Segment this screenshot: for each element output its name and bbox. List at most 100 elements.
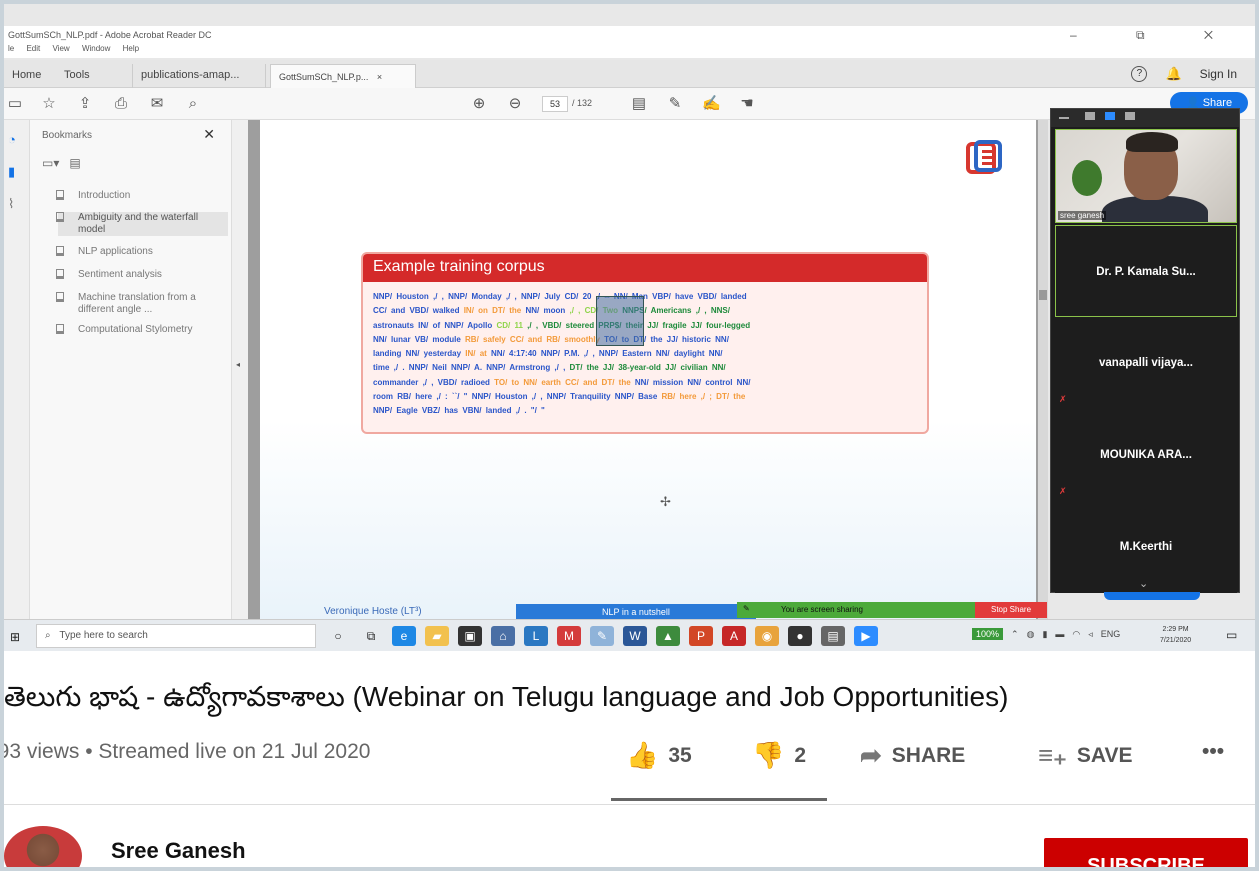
subscribe-button[interactable]: SUBSCRIBE [1044,838,1248,867]
like-button[interactable]: 👍 35 [626,740,692,771]
search-icon[interactable]: ⌕ [184,95,202,113]
participant-tile[interactable]: vanapalli vijaya... ✗ [1055,317,1237,409]
bookmark-item[interactable]: Machine translation from a different ang… [56,292,228,316]
share-video-button[interactable]: ➦ SHARE [860,740,965,771]
sign-icon[interactable]: ✍ [702,95,721,113]
page-number-input[interactable]: 53 [542,96,568,112]
notification-icon[interactable]: ▭ [1226,628,1237,642]
page-up-icon[interactable]: ⊕ [470,95,488,113]
word-icon[interactable]: W [623,626,647,646]
channel-avatar[interactable] [4,826,82,867]
pen-app-icon[interactable]: ✎ [590,626,614,646]
obs-icon[interactable]: ● [788,626,812,646]
star-icon[interactable]: ☆ [40,95,58,113]
corpus-token-run: IN/ on DT/ the [463,306,526,316]
gallery-view-icon[interactable] [1105,112,1115,120]
mcafee-icon[interactable]: M [557,626,581,646]
menu-view[interactable]: View [53,44,70,53]
upload-icon[interactable]: ⇪ [76,95,94,113]
pen-icon[interactable]: ✎ [666,95,684,113]
comment-icon[interactable]: ▤ [630,95,648,113]
mail-icon[interactable]: ✉ [148,95,166,113]
tab-home[interactable]: Home [4,64,49,88]
language-indicator[interactable]: ENG [1101,629,1121,639]
save-video-button[interactable]: ≡₊ SAVE [1038,740,1133,771]
save-icon[interactable]: ▭ [6,95,24,113]
tray-chevron-icon[interactable]: ⌃ [1011,629,1019,640]
windows-start-icon[interactable]: ⊞ [10,630,20,644]
bookmark-icon [56,212,64,222]
bookmark-options-icon[interactable]: ▭▾ ▤ [42,156,81,170]
print-icon[interactable]: ⎙ [112,95,130,113]
window-controls[interactable]: – ⧉ ✕ [1070,28,1241,43]
menu-file[interactable]: le [8,44,14,53]
cortana-icon[interactable]: ○ [326,626,350,646]
mic-icon[interactable]: ▮ [1042,629,1047,640]
tab-current-document[interactable]: GottSumSCh_NLP.p... × [270,64,416,88]
notepad-icon[interactable]: ▤ [821,626,845,646]
tab-tools[interactable]: Tools [56,64,98,88]
wifi-icon[interactable]: ◠ [1072,629,1080,640]
corpus-token-run: NNP/ Eagle VBZ/ has VBN/ landed ,/ . "/ … [373,406,545,416]
close-icon[interactable]: ✕ [203,126,215,143]
chevron-down-icon[interactable]: ⌄ [1139,577,1148,590]
chrome-icon[interactable]: ◉ [755,626,779,646]
menu-help[interactable]: Help [123,44,139,53]
participant-tile[interactable]: Dr. P. Kamala Su... [1055,225,1237,317]
document-scrollbar[interactable] [1038,120,1048,620]
tab-close-icon[interactable]: × [377,72,382,82]
scrollbar-thumb[interactable] [1039,290,1047,300]
page-down-icon[interactable]: ⊖ [506,95,524,113]
app-l-icon[interactable]: L [524,626,548,646]
grid-view-icon[interactable] [1125,112,1135,120]
participant-name: M.Keerthi [1119,541,1173,553]
taskbar-search-input[interactable]: ⌕ Type here to search [36,624,316,648]
network-app-icon[interactable]: ⌂ [491,626,515,646]
corpus-token-run: astronauts IN/ of NNP/ Apollo [373,320,497,330]
bookmark-item[interactable]: NLP applications [56,246,228,258]
dislike-count: 2 [794,743,807,767]
menu-edit[interactable]: Edit [26,44,40,53]
network-icon[interactable]: ◍ [1027,629,1035,640]
bookmark-label: Introduction [78,190,131,201]
collapse-arrow-icon[interactable]: ◂ [236,360,240,369]
menu-window[interactable]: Window [82,44,110,53]
speaker-view-icon[interactable] [1085,112,1095,120]
panel-splitter[interactable]: ◂ [232,120,248,620]
left-rail: ◔ ▮ ⌇ [4,120,30,620]
bookmark-item-selected[interactable]: Ambiguity and the waterfall model [56,212,228,236]
bookmark-panel-icon[interactable]: ▮ [8,164,15,180]
corpus-token-run: TO/ to NN/ earth CC/ and DT/ the [494,377,635,387]
pdf-page[interactable]: Example training corpus NNP/ Houston ,/ … [260,120,1036,620]
task-view-icon[interactable]: ⧉ [359,626,383,646]
dislike-button[interactable]: 👎 2 [752,740,806,771]
zoom-icon[interactable]: ▶ [854,626,878,646]
store-icon[interactable]: ▣ [458,626,482,646]
acrobat-icon[interactable]: A [722,626,746,646]
bookmark-item[interactable]: Introduction [56,190,228,202]
bookmark-item[interactable]: Sentiment analysis [56,269,228,281]
search-icon: ⌕ [45,630,51,641]
battery-indicator[interactable]: 100% [972,628,1004,640]
bell-icon[interactable]: 🔔 [1165,66,1181,82]
paint-icon[interactable]: ▲ [656,626,680,646]
stop-share-button[interactable]: Stop Share [975,602,1047,618]
channel-name[interactable]: Sree Ganesh [111,838,246,864]
clock[interactable]: 2:29 PM 7/21/2020 [1160,624,1191,646]
tab-publications[interactable]: publications-amap... [132,64,266,88]
speaker-video-tile[interactable]: sree ganesh [1055,129,1237,223]
volume-icon[interactable]: ◃ [1088,629,1093,640]
hand-icon[interactable]: ☚ [738,95,756,113]
battery-icon[interactable]: ▬ [1055,629,1064,639]
bookmark-item[interactable]: Computational Stylometry [56,324,228,336]
attachment-icon[interactable]: ⌇ [8,196,14,212]
layers-icon[interactable]: ◔ [8,132,16,147]
powerpoint-icon[interactable]: P [689,626,713,646]
edge-icon[interactable]: e [392,626,416,646]
participant-tile[interactable]: MOUNIKA ARA... ✗ [1055,409,1237,501]
more-actions-button[interactable]: ••• [1202,740,1224,764]
sign-in-link[interactable]: Sign In [1200,67,1237,81]
file-explorer-icon[interactable]: ▰ [425,626,449,646]
minimize-icon[interactable] [1059,117,1069,119]
help-icon[interactable]: ? [1131,66,1148,82]
